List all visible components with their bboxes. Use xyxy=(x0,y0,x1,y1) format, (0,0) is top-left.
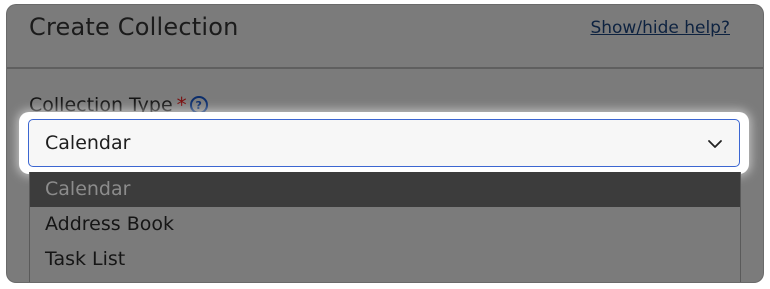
show-hide-help-link[interactable]: Show/hide help? xyxy=(590,18,730,38)
option-address-book[interactable]: Address Book xyxy=(30,207,740,242)
dialog-title: Create Collection xyxy=(29,13,239,41)
chevron-down-icon xyxy=(708,140,722,148)
select-current-value: Calendar xyxy=(45,132,131,154)
dialog-header: Create Collection Show/hide help? xyxy=(7,5,763,69)
collection-type-select[interactable]: Calendar xyxy=(28,119,740,167)
create-collection-dialog: Create Collection Show/hide help? Collec… xyxy=(7,5,763,282)
option-calendar[interactable]: Calendar xyxy=(30,172,740,207)
option-task-list[interactable]: Task List xyxy=(30,242,740,277)
select-options-list: Calendar Address Book Task List xyxy=(29,172,741,282)
